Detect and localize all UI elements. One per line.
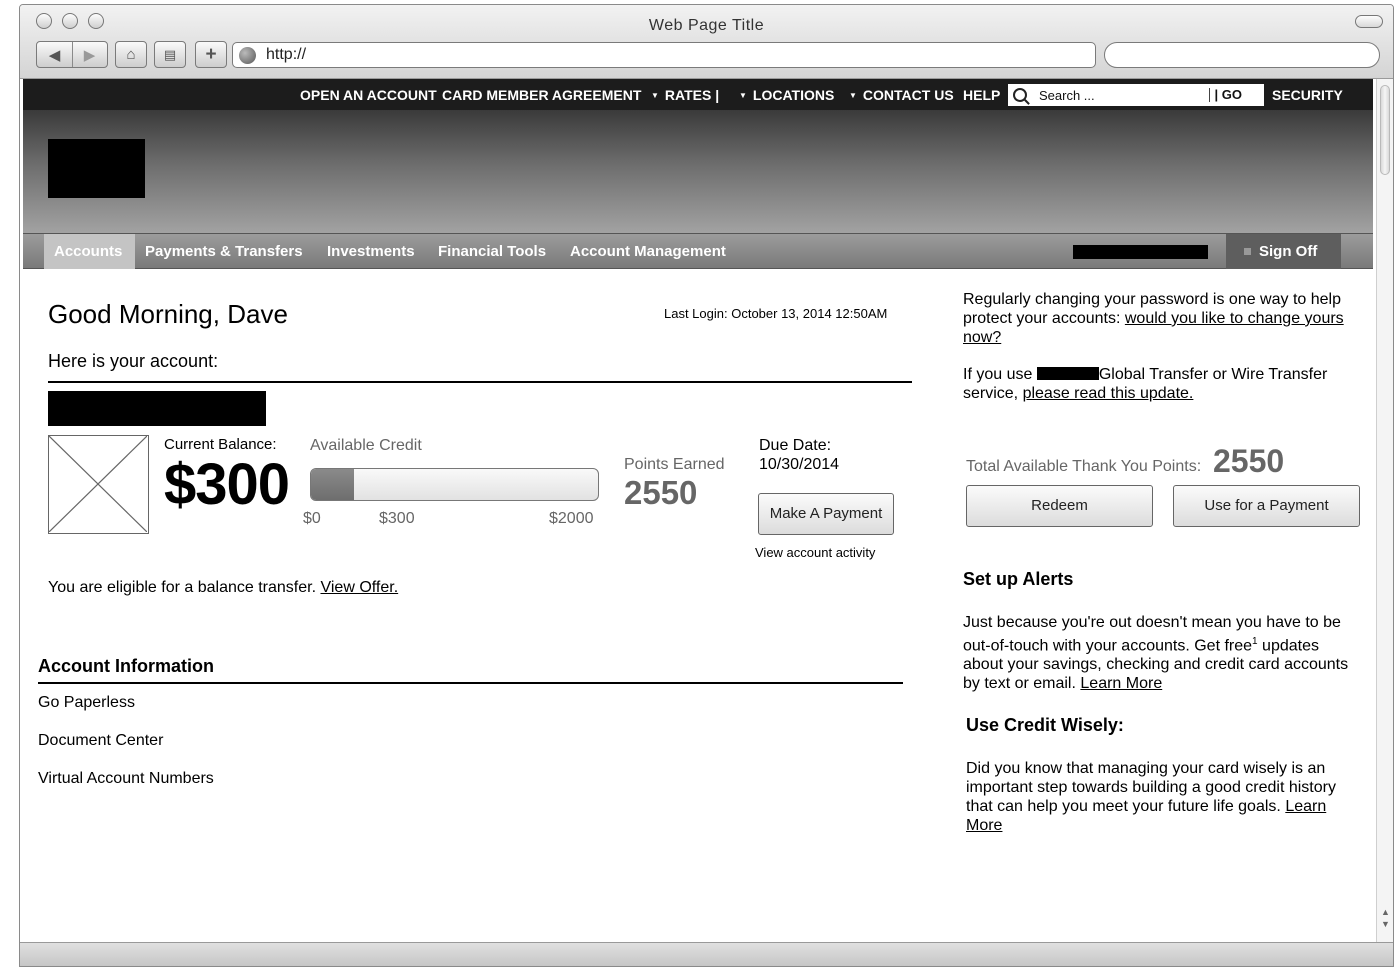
password-notice: Regularly changing your password is one … [963, 291, 1344, 346]
site-search-input[interactable]: Search ... [1039, 88, 1209, 103]
thank-you-points-value: 2550 [1213, 443, 1285, 479]
scroll-up-icon[interactable]: ▲ [1380, 907, 1391, 917]
status-bar [20, 942, 1393, 966]
last-login: Last Login: October 13, 2014 12:50AM [664, 306, 888, 321]
history-buttons: ◀ ▶ [36, 41, 108, 68]
credit-wisely-title: Use Credit Wisely: [966, 715, 1124, 735]
caret-down-icon: ▼ [849, 91, 857, 100]
view-account-activity-link[interactable]: View account activity [755, 545, 875, 560]
greeting: Good Morning, Dave [48, 299, 288, 329]
available-credit-fill [311, 469, 355, 500]
browser-window: Web Page Title ◀ ▶ ⌂ ▤ + http:// OPEN AN… [19, 4, 1394, 967]
go-paperless-link[interactable]: Go Paperless [38, 694, 135, 712]
card-image-placeholder [48, 435, 149, 534]
print-button[interactable]: ▤ [154, 41, 186, 68]
nav-contact-us[interactable]: ▼ CONTACT US [849, 87, 954, 103]
nav-help[interactable]: HELP [963, 87, 1000, 103]
credit-current-label: $300 [379, 510, 415, 527]
sign-off-button[interactable]: Sign Off [1226, 234, 1341, 269]
web-page: OPEN AN ACCOUNT CARD MEMBER AGREEMENT ▼ R… [23, 79, 1373, 943]
main-nav: Accounts Payments & Transfers Investment… [23, 233, 1373, 269]
plus-icon: + [205, 43, 217, 65]
alerts-learn-more-link[interactable]: Learn More [1080, 675, 1162, 692]
window-title: Web Page Title [648, 17, 765, 34]
utility-nav: OPEN AN ACCOUNT CARD MEMBER AGREEMENT ▼ R… [23, 79, 1373, 110]
read-update-link[interactable]: please read this update. [1023, 385, 1194, 402]
make-payment-button[interactable]: Make A Payment [758, 493, 894, 535]
scroll-thumb[interactable] [1380, 85, 1390, 175]
document-center-link[interactable]: Document Center [38, 732, 163, 750]
credit-min-label: $0 [303, 510, 321, 527]
home-icon: ⌂ [126, 46, 136, 63]
available-credit-bar [310, 468, 599, 501]
redacted-bank-name [1036, 367, 1099, 380]
tab-account-management[interactable]: Account Management [560, 234, 736, 269]
divider [38, 682, 903, 684]
redacted-account-name [48, 391, 266, 426]
nav-rates[interactable]: ▼ RATES | [651, 87, 719, 103]
nav-card-member-agreement[interactable]: CARD MEMBER AGREEMENT [442, 87, 641, 103]
home-button[interactable]: ⌂ [115, 41, 147, 68]
divider [48, 381, 912, 383]
transfer-notice: If you use Global Transfer or Wire Trans… [963, 366, 1328, 402]
caret-down-icon: ▼ [651, 91, 659, 100]
credit-max-label: $2000 [549, 510, 594, 527]
forward-icon[interactable]: ▶ [72, 42, 106, 67]
nav-open-account[interactable]: OPEN AN ACCOUNT [300, 87, 437, 103]
scroll-down-icon[interactable]: ▼ [1380, 919, 1391, 929]
search-go-button[interactable]: | GO [1208, 88, 1248, 102]
due-date-label: Due Date: [759, 437, 832, 454]
back-icon[interactable]: ◀ [37, 42, 72, 67]
alerts-title: Set up Alerts [963, 569, 1074, 589]
tab-financial-tools[interactable]: Financial Tools [428, 234, 556, 269]
use-for-payment-button[interactable]: Use for a Payment [1173, 485, 1360, 527]
redacted-username [1073, 245, 1208, 259]
bank-logo[interactable] [48, 139, 145, 198]
tab-accounts[interactable]: Accounts [44, 234, 135, 269]
site-search: Search ... | GO [1008, 84, 1264, 106]
caret-down-icon: ▼ [739, 91, 747, 100]
search-icon [1013, 88, 1027, 102]
credit-wisely-text: Did you know that managing your card wis… [966, 760, 1336, 834]
toolbar-toggle-button[interactable] [1355, 15, 1383, 28]
thank-you-points-label: Total Available Thank You Points: [966, 458, 1202, 475]
vertical-scrollbar[interactable]: ▲ ▼ [1376, 79, 1393, 945]
nav-security[interactable]: SECURITY [1272, 87, 1343, 103]
tab-investments[interactable]: Investments [317, 234, 425, 269]
points-earned-value: 2550 [624, 474, 698, 511]
header-banner [23, 110, 1373, 233]
redeem-button[interactable]: Redeem [966, 485, 1153, 527]
view-offer-link[interactable]: View Offer. [320, 579, 398, 596]
account-information-title: Account Information [38, 656, 214, 676]
lock-icon [1244, 248, 1251, 255]
points-earned-label: Points Earned [624, 456, 725, 473]
globe-icon [239, 46, 256, 64]
browser-search-field[interactable] [1104, 42, 1380, 68]
available-credit-label: Available Credit [310, 437, 422, 454]
alerts-text: Just because you're out doesn't mean you… [963, 614, 1349, 693]
print-icon: ▤ [163, 46, 177, 62]
url-text: http:// [266, 46, 307, 63]
new-tab-button[interactable]: + [195, 41, 227, 68]
virtual-account-numbers-link[interactable]: Virtual Account Numbers [38, 770, 214, 788]
balance-transfer-notice: You are eligible for a balance transfer.… [48, 579, 399, 596]
due-date-value: 10/30/2014 [759, 456, 840, 473]
current-balance-value: $300 [164, 452, 290, 517]
address-bar[interactable]: http:// [232, 42, 1096, 68]
browser-titlebar: Web Page Title ◀ ▶ ⌂ ▤ + http:// [20, 5, 1393, 79]
account-intro: Here is your account: [48, 351, 219, 371]
tab-payments-transfers[interactable]: Payments & Transfers [135, 234, 313, 269]
nav-locations[interactable]: ▼ LOCATIONS [739, 87, 834, 103]
